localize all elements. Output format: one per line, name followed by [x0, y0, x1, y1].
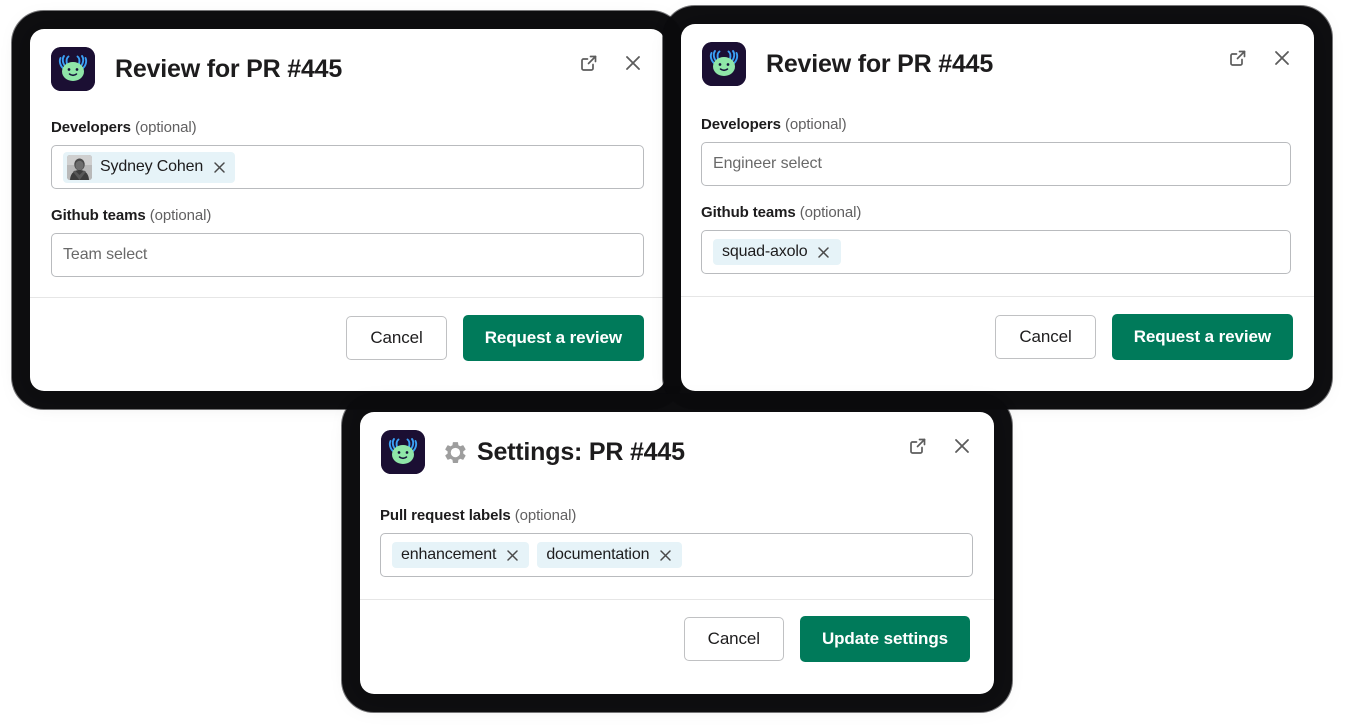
field-github-teams: Github teams (optional) Team select	[51, 207, 644, 277]
chip-label: enhancement	[401, 546, 497, 563]
chip-remove-icon[interactable]	[657, 547, 673, 563]
avatar	[67, 154, 92, 180]
cancel-button[interactable]: Cancel	[683, 617, 784, 661]
axolotl-app-icon	[51, 47, 95, 91]
chip-squad-axolo[interactable]: squad-axolo	[713, 239, 841, 265]
modal-title: Review for PR #445	[766, 50, 993, 79]
field-label-text: Github teams	[51, 207, 146, 224]
header-actions	[906, 434, 974, 458]
github-teams-select[interactable]: Team select	[51, 233, 644, 277]
field-optional-suffix: (optional)	[514, 507, 577, 524]
modal-footer: Cancel Request a review	[30, 297, 665, 379]
header-actions	[1226, 46, 1294, 70]
close-icon[interactable]	[621, 51, 645, 75]
developers-select[interactable]: Engineer select	[701, 142, 1291, 186]
chip-documentation[interactable]: documentation	[537, 542, 683, 568]
field-label: Developers (optional)	[701, 116, 1291, 133]
modal-title: Review for PR #445	[115, 55, 342, 84]
close-icon[interactable]	[950, 434, 974, 458]
field-label-text: Developers	[51, 119, 131, 136]
developers-select[interactable]: Sydney Cohen	[51, 145, 644, 189]
chip-remove-icon[interactable]	[816, 244, 832, 260]
settings-modal: Settings: PR #445 Pull request labels (o…	[360, 412, 994, 694]
modal-header: Review for PR #445	[30, 29, 665, 97]
field-label-text: Pull request labels	[380, 507, 511, 524]
review-modal-developer: Review for PR #445 Developers (optional)…	[30, 29, 665, 391]
field-pull-request-labels: Pull request labels (optional) enhanceme…	[380, 507, 973, 577]
field-label: Pull request labels (optional)	[380, 507, 973, 524]
github-teams-select[interactable]: squad-axolo	[701, 230, 1291, 274]
chip-enhancement[interactable]: enhancement	[392, 542, 530, 568]
axolotl-app-icon	[381, 430, 425, 474]
field-optional-suffix: (optional)	[784, 116, 847, 133]
field-label: Github teams (optional)	[51, 207, 644, 224]
field-label-text: Developers	[701, 116, 781, 133]
modal-body: Pull request labels (optional) enhanceme…	[360, 480, 994, 599]
chip-label: documentation	[546, 546, 650, 563]
field-developers: Developers (optional) Sydney Cohen	[51, 119, 644, 189]
close-icon[interactable]	[1270, 46, 1294, 70]
modal-header: Settings: PR #445	[360, 412, 994, 480]
field-label: Developers (optional)	[51, 119, 644, 136]
update-settings-button[interactable]: Update settings	[799, 616, 970, 662]
open-in-new-window-icon[interactable]	[906, 434, 930, 458]
modal-title: Settings: PR #445	[443, 438, 685, 467]
field-label-text: Github teams	[701, 204, 796, 221]
request-a-review-button[interactable]: Request a review	[462, 315, 644, 361]
field-optional-suffix: (optional)	[799, 204, 862, 221]
field-optional-suffix: (optional)	[134, 119, 197, 136]
cancel-button[interactable]: Cancel	[346, 316, 447, 360]
review-modal-team: Review for PR #445 Developers (optional)…	[681, 24, 1314, 391]
field-optional-suffix: (optional)	[149, 207, 212, 224]
chip-sydney-cohen[interactable]: Sydney Cohen	[63, 151, 236, 183]
modal-title-text: Settings: PR #445	[477, 437, 685, 466]
chip-remove-icon[interactable]	[211, 159, 227, 175]
modal-title-text: Review for PR #445	[115, 54, 343, 83]
open-in-new-window-icon[interactable]	[577, 51, 601, 75]
chip-label: Sydney Cohen	[100, 158, 204, 175]
modal-body: Developers (optional) Sydney Cohen Githu…	[30, 97, 665, 297]
modal-footer: Cancel Update settings	[360, 599, 994, 680]
chip-remove-icon[interactable]	[504, 547, 520, 563]
cancel-button[interactable]: Cancel	[995, 315, 1096, 359]
axolotl-app-icon	[702, 42, 746, 86]
field-github-teams: Github teams (optional) squad-axolo	[701, 204, 1291, 274]
screenshot-stage: Review for PR #445 Developers (optional)…	[0, 0, 1345, 726]
chip-label: squad-axolo	[722, 243, 808, 260]
modal-footer: Cancel Request a review	[681, 296, 1314, 378]
modal-title-text: Review for PR #445	[766, 49, 994, 78]
select-placeholder: Engineer select	[713, 155, 822, 172]
gear-icon	[443, 440, 468, 465]
pull-request-labels-select[interactable]: enhancement documentation	[380, 533, 973, 577]
field-developers: Developers (optional) Engineer select	[701, 116, 1291, 186]
field-label: Github teams (optional)	[701, 204, 1291, 221]
modal-body: Developers (optional) Engineer select Gi…	[681, 92, 1314, 296]
open-in-new-window-icon[interactable]	[1226, 46, 1250, 70]
header-actions	[577, 51, 645, 75]
modal-header: Review for PR #445	[681, 24, 1314, 92]
request-a-review-button[interactable]: Request a review	[1111, 314, 1293, 360]
select-placeholder: Team select	[63, 246, 148, 263]
